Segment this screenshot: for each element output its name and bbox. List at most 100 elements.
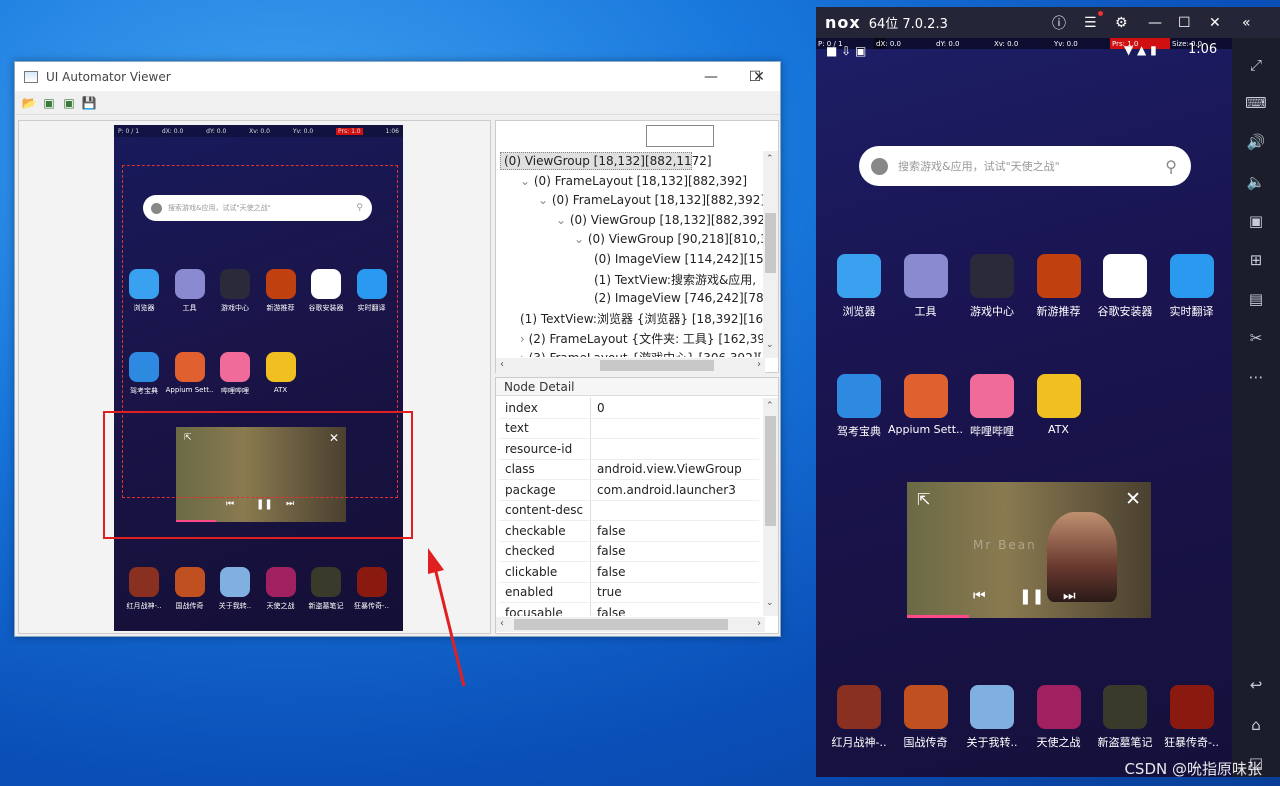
tree-vscrollbar[interactable]: ⌃ ⌄	[763, 151, 778, 358]
tree-scroll-up-icon[interactable]: ⌃	[766, 154, 774, 164]
node-detail-row[interactable]: text	[499, 418, 759, 439]
menu-icon[interactable]: ☰	[1084, 15, 1097, 31]
video-pause-icon[interactable]: ❚❚	[1019, 587, 1044, 605]
detail-hscrollbar[interactable]: ‹ ›	[496, 617, 765, 632]
home-app-3[interactable]: 游戏中心	[967, 254, 1017, 319]
shot-dock-app-6[interactable]: 狂暴传奇-..	[352, 567, 392, 611]
tree-node[interactable]: › (2) FrameLayout {文件夹: 工具} [162,392][	[520, 330, 763, 347]
tree-expand-icon[interactable]: ⌄	[556, 213, 570, 227]
tree-node[interactable]: (0) ImageView [114,242][154	[594, 252, 763, 266]
detail-scroll-up-icon[interactable]: ⌃	[766, 401, 774, 411]
shot-dock-app-2[interactable]: 国战传奇	[170, 567, 210, 611]
tree-expand-icon[interactable]: ⌄	[520, 174, 534, 188]
multi-instance-icon[interactable]: ▤	[1232, 290, 1280, 308]
tree-expand-icon[interactable]: ⌄	[574, 232, 588, 246]
fullscreen-icon[interactable]: ⤢	[1232, 56, 1280, 74]
volume-up-icon[interactable]: 🔊	[1232, 133, 1280, 151]
tree-expand-icon[interactable]: ›	[520, 351, 529, 357]
home-app-1[interactable]: 驾考宝典	[834, 374, 884, 439]
tree-scroll-down-icon[interactable]: ⌄	[766, 340, 774, 350]
dock-app-2[interactable]: 国战传奇	[897, 685, 955, 750]
minimize-icon[interactable]: —	[1148, 15, 1162, 31]
save-icon[interactable]: 💾	[81, 95, 97, 111]
apk-install-icon[interactable]: ⊞	[1232, 251, 1280, 269]
nox-titlebar[interactable]: nox 64位 7.0.2.3 ⓘ ☰ ⚙ — ☐ ✕ «	[816, 7, 1280, 38]
dock-app-3[interactable]: 关于我转..	[963, 685, 1021, 750]
tree-node[interactable]: › (3) FrameLayout {游戏中心} [306,392][	[520, 349, 762, 357]
settings-gear-icon[interactable]: ⚙	[1115, 15, 1128, 31]
close-icon[interactable]: ✕	[1209, 15, 1221, 31]
device-screenshot-icon[interactable]: ▣	[41, 95, 57, 111]
shot-dock-app-4[interactable]: 天使之战	[261, 567, 301, 611]
tree-scroll-right-icon[interactable]: ›	[757, 359, 761, 370]
video-prev-icon[interactable]: ⏮	[973, 588, 986, 604]
node-detail-row[interactable]: focusable false	[499, 603, 759, 616]
dock-app-6[interactable]: 狂暴传奇-..	[1163, 685, 1221, 750]
home-app-1[interactable]: 浏览器	[834, 254, 884, 319]
tree-expand-icon[interactable]: ›	[520, 332, 529, 346]
keyboard-mapping-icon[interactable]: ⌨	[1232, 94, 1280, 112]
detail-vscroll-thumb[interactable]	[765, 416, 776, 526]
tree-expand-icon[interactable]: ⌄	[538, 193, 552, 207]
back-icon[interactable]: ↩	[1232, 676, 1280, 694]
node-detail-row[interactable]: index 0	[499, 398, 759, 419]
help-icon[interactable]: ⓘ	[1052, 13, 1066, 33]
video-next-icon[interactable]: ⏭	[1063, 588, 1076, 604]
detail-scroll-left-icon[interactable]: ‹	[500, 618, 504, 629]
tree-node[interactable]: (1) TextView:浏览器 {浏览器} [18,392][162,6	[520, 310, 763, 327]
maximize-icon[interactable]: ☐	[1178, 15, 1191, 31]
node-detail-row[interactable]: enabled true	[499, 582, 759, 603]
detail-hscroll-thumb[interactable]	[514, 619, 728, 630]
dock-app-1[interactable]: 红月战神-..	[830, 685, 888, 750]
uiautomator-titlebar[interactable]: UI Automator Viewer	[15, 62, 780, 91]
dock-app-4[interactable]: 天使之战	[1030, 685, 1088, 750]
home-app-6[interactable]: 实时翻译	[1167, 254, 1217, 319]
video-progress-bar[interactable]	[907, 615, 969, 618]
tree-node[interactable]: ⌄ (0) FrameLayout [18,132][882,392]	[520, 174, 747, 188]
android-screen[interactable]: P: 0 / 1 dX: 0.0 dY: 0.0 Xv: 0.0 Yv: 0.0…	[816, 38, 1232, 777]
collapse-sidebar-icon[interactable]: «	[1242, 15, 1251, 31]
search-bar[interactable]: 搜索游戏&应用，试试"天使之战" ⚲	[859, 146, 1191, 186]
shot-dock-app-1[interactable]: 红月战神-..	[124, 567, 164, 611]
video-close-icon[interactable]: ✕	[1125, 488, 1141, 510]
tree-vscroll-thumb[interactable]	[765, 213, 776, 273]
detail-scroll-right-icon[interactable]: ›	[757, 618, 761, 629]
shot-dock-app-3[interactable]: 关于我转..	[215, 567, 255, 611]
detail-scroll-down-icon[interactable]: ⌄	[766, 598, 774, 608]
volume-down-icon[interactable]: 🔈	[1232, 173, 1280, 191]
shot-dock-app-5[interactable]: 新盗墓笔记	[306, 567, 346, 611]
minimize-button[interactable]: —	[689, 62, 733, 91]
tree-node[interactable]: ⌄ (0) ViewGroup [18,132][882,392]	[556, 213, 763, 227]
tree-hscrollbar[interactable]: ‹ ›	[496, 358, 765, 373]
node-detail-row[interactable]: resource-id	[499, 439, 759, 460]
home-app-3[interactable]: 哔哩哔哩	[967, 374, 1017, 439]
tree-node[interactable]: ⌄ (0) FrameLayout [18,132][882,392]	[538, 193, 763, 207]
tree-hscroll-thumb[interactable]	[600, 360, 714, 371]
screen-icon[interactable]: ▣	[1232, 212, 1280, 230]
device-screenshot-compressed-icon[interactable]: ▣	[61, 95, 77, 111]
dock-app-5[interactable]: 新盗墓笔记	[1096, 685, 1154, 750]
node-detail-row[interactable]: class android.view.ViewGroup	[499, 459, 759, 480]
home-app-2[interactable]: Appium Sett..	[888, 374, 963, 436]
open-folder-icon[interactable]: 📂	[21, 95, 37, 111]
home-app-4[interactable]: ATX	[1034, 374, 1084, 436]
tree-node[interactable]: (1) TextView:搜索游戏&应用,	[594, 271, 756, 288]
home-icon[interactable]: ⌂	[1232, 716, 1280, 734]
node-detail-row[interactable]: checked false	[499, 541, 759, 562]
scissors-icon[interactable]: ✂	[1232, 329, 1280, 347]
more-icon[interactable]: ⋯	[1232, 368, 1280, 386]
home-app-5[interactable]: 谷歌安装器	[1098, 254, 1153, 319]
node-detail-row[interactable]: clickable false	[499, 562, 759, 583]
home-app-4[interactable]: 新游推荐	[1034, 254, 1084, 319]
video-expand-icon[interactable]: ⇱	[917, 490, 930, 509]
node-detail-row[interactable]: content-desc	[499, 500, 759, 521]
tree-node[interactable]: (2) ImageView [746,242][786	[594, 291, 763, 305]
home-app-2[interactable]: 工具	[901, 254, 951, 319]
node-detail-row[interactable]: checkable false	[499, 521, 759, 542]
tree-scroll-left-icon[interactable]: ‹	[500, 359, 504, 370]
tree-node-selected[interactable]: (0) ViewGroup [18,132][882,1172]	[504, 154, 712, 168]
search-icon[interactable]: ⚲	[1165, 157, 1177, 176]
node-detail-row[interactable]: package com.android.launcher3	[499, 480, 759, 501]
close-button[interactable]: ✕	[737, 62, 781, 91]
detail-vscrollbar[interactable]: ⌃ ⌄	[763, 398, 778, 616]
